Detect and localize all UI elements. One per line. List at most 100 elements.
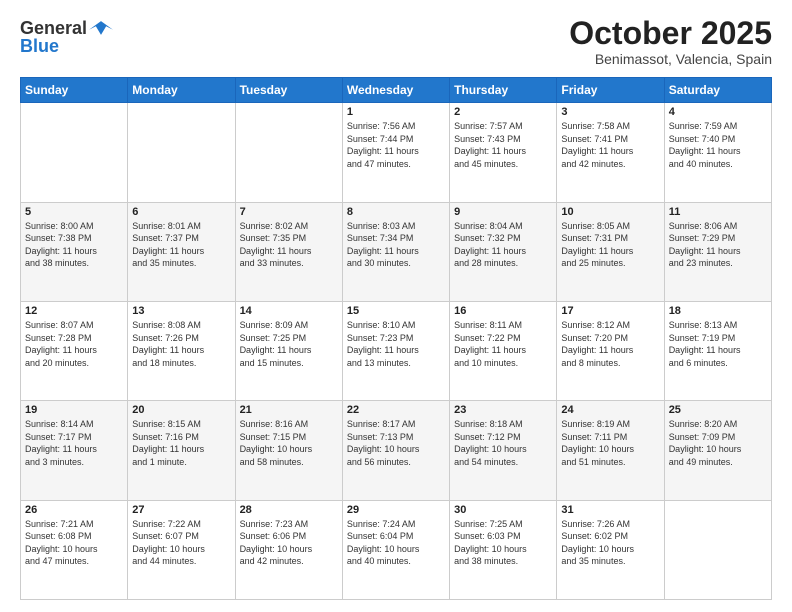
col-saturday: Saturday <box>664 78 771 103</box>
table-row <box>128 103 235 202</box>
table-row: 31Sunrise: 7:26 AM Sunset: 6:02 PM Dayli… <box>557 500 664 599</box>
day-info: Sunrise: 8:05 AM Sunset: 7:31 PM Dayligh… <box>561 220 659 270</box>
table-row: 3 Sunrise: 7:58 AM Sunset: 7:41 PM Daylig… <box>557 103 664 202</box>
col-sunday: Sunday <box>21 78 128 103</box>
day-number: 27 <box>132 504 230 516</box>
calendar-week-row: 1 Sunrise: 7:56 AM Sunset: 7:44 PM Daylig… <box>21 103 772 202</box>
day-number: 6 <box>132 206 230 218</box>
day-number: 20 <box>132 404 230 416</box>
table-row: 9 Sunrise: 8:04 AM Sunset: 7:32 PM Daylig… <box>450 202 557 301</box>
table-row: 13 Sunrise: 8:08 AM Sunset: 7:26 PM Dayli… <box>128 301 235 400</box>
day-info: Sunrise: 8:08 AM Sunset: 7:26 PM Dayligh… <box>132 319 230 369</box>
table-row: 26 Sunrise: 7:21 AM Sunset: 6:08 PM Dayli… <box>21 500 128 599</box>
day-info: Sunrise: 8:01 AM Sunset: 7:37 PM Dayligh… <box>132 220 230 270</box>
day-info: Sunrise: 7:21 AM Sunset: 6:08 PM Dayligh… <box>25 518 123 568</box>
table-row: 1 Sunrise: 7:56 AM Sunset: 7:44 PM Daylig… <box>342 103 449 202</box>
day-number: 9 <box>454 206 552 218</box>
day-number: 15 <box>347 305 445 317</box>
calendar-week-row: 12 Sunrise: 8:07 AM Sunset: 7:28 PM Dayli… <box>21 301 772 400</box>
day-number: 11 <box>669 206 767 218</box>
table-row: 20Sunrise: 8:15 AM Sunset: 7:16 PM Dayli… <box>128 401 235 500</box>
day-info: Sunrise: 7:57 AM Sunset: 7:43 PM Dayligh… <box>454 120 552 170</box>
table-row: 8 Sunrise: 8:03 AM Sunset: 7:34 PM Daylig… <box>342 202 449 301</box>
table-row: 17Sunrise: 8:12 AM Sunset: 7:20 PM Dayli… <box>557 301 664 400</box>
day-number: 8 <box>347 206 445 218</box>
table-row: 16 Sunrise: 8:11 AM Sunset: 7:22 PM Dayli… <box>450 301 557 400</box>
day-number: 16 <box>454 305 552 317</box>
day-number: 17 <box>561 305 659 317</box>
day-info: Sunrise: 8:00 AM Sunset: 7:38 PM Dayligh… <box>25 220 123 270</box>
table-row: 4Sunrise: 7:59 AM Sunset: 7:40 PM Daylig… <box>664 103 771 202</box>
day-info: Sunrise: 8:16 AM Sunset: 7:15 PM Dayligh… <box>240 418 338 468</box>
day-number: 25 <box>669 404 767 416</box>
day-number: 21 <box>240 404 338 416</box>
calendar-week-row: 5 Sunrise: 8:00 AM Sunset: 7:38 PM Daylig… <box>21 202 772 301</box>
table-row: 6 Sunrise: 8:01 AM Sunset: 7:37 PM Daylig… <box>128 202 235 301</box>
calendar-header-row: Sunday Monday Tuesday Wednesday Thursday… <box>21 78 772 103</box>
day-info: Sunrise: 8:04 AM Sunset: 7:32 PM Dayligh… <box>454 220 552 270</box>
table-row: 2 Sunrise: 7:57 AM Sunset: 7:43 PM Daylig… <box>450 103 557 202</box>
day-number: 2 <box>454 106 552 118</box>
month-title: October 2025 <box>569 16 772 51</box>
day-info: Sunrise: 8:11 AM Sunset: 7:22 PM Dayligh… <box>454 319 552 369</box>
day-info: Sunrise: 7:25 AM Sunset: 6:03 PM Dayligh… <box>454 518 552 568</box>
day-info: Sunrise: 8:19 AM Sunset: 7:11 PM Dayligh… <box>561 418 659 468</box>
col-friday: Friday <box>557 78 664 103</box>
table-row: 30 Sunrise: 7:25 AM Sunset: 6:03 PM Dayli… <box>450 500 557 599</box>
day-info: Sunrise: 8:03 AM Sunset: 7:34 PM Dayligh… <box>347 220 445 270</box>
col-thursday: Thursday <box>450 78 557 103</box>
day-info: Sunrise: 8:09 AM Sunset: 7:25 PM Dayligh… <box>240 319 338 369</box>
day-number: 10 <box>561 206 659 218</box>
table-row <box>21 103 128 202</box>
logo: General Blue <box>20 16 113 57</box>
day-number: 5 <box>25 206 123 218</box>
day-info: Sunrise: 7:22 AM Sunset: 6:07 PM Dayligh… <box>132 518 230 568</box>
day-number: 31 <box>561 504 659 516</box>
col-wednesday: Wednesday <box>342 78 449 103</box>
day-info: Sunrise: 7:23 AM Sunset: 6:06 PM Dayligh… <box>240 518 338 568</box>
day-info: Sunrise: 8:02 AM Sunset: 7:35 PM Dayligh… <box>240 220 338 270</box>
day-number: 13 <box>132 305 230 317</box>
table-row: 11 Sunrise: 8:06 AM Sunset: 7:29 PM Dayli… <box>664 202 771 301</box>
day-number: 3 <box>561 106 659 118</box>
day-number: 1 <box>347 106 445 118</box>
table-row <box>235 103 342 202</box>
day-info: Sunrise: 7:56 AM Sunset: 7:44 PM Dayligh… <box>347 120 445 170</box>
day-number: 23 <box>454 404 552 416</box>
calendar-week-row: 26 Sunrise: 7:21 AM Sunset: 6:08 PM Dayli… <box>21 500 772 599</box>
header: General Blue October 2025 Benimassot, Va… <box>20 16 772 67</box>
day-number: 19 <box>25 404 123 416</box>
table-row: 10 Sunrise: 8:05 AM Sunset: 7:31 PM Dayli… <box>557 202 664 301</box>
day-number: 28 <box>240 504 338 516</box>
day-number: 18 <box>669 305 767 317</box>
table-row: 7Sunrise: 8:02 AM Sunset: 7:35 PM Daylig… <box>235 202 342 301</box>
day-info: Sunrise: 8:20 AM Sunset: 7:09 PM Dayligh… <box>669 418 767 468</box>
location: Benimassot, Valencia, Spain <box>569 51 772 67</box>
table-row: 28 Sunrise: 7:23 AM Sunset: 6:06 PM Dayli… <box>235 500 342 599</box>
table-row: 15Sunrise: 8:10 AM Sunset: 7:23 PM Dayli… <box>342 301 449 400</box>
day-number: 30 <box>454 504 552 516</box>
day-number: 12 <box>25 305 123 317</box>
day-number: 24 <box>561 404 659 416</box>
table-row: 14 Sunrise: 8:09 AM Sunset: 7:25 PM Dayli… <box>235 301 342 400</box>
day-info: Sunrise: 8:17 AM Sunset: 7:13 PM Dayligh… <box>347 418 445 468</box>
day-info: Sunrise: 8:06 AM Sunset: 7:29 PM Dayligh… <box>669 220 767 270</box>
day-info: Sunrise: 8:13 AM Sunset: 7:19 PM Dayligh… <box>669 319 767 369</box>
day-number: 29 <box>347 504 445 516</box>
table-row: 5 Sunrise: 8:00 AM Sunset: 7:38 PM Daylig… <box>21 202 128 301</box>
calendar-table: Sunday Monday Tuesday Wednesday Thursday… <box>20 77 772 600</box>
title-block: October 2025 Benimassot, Valencia, Spain <box>569 16 772 67</box>
table-row: 12 Sunrise: 8:07 AM Sunset: 7:28 PM Dayli… <box>21 301 128 400</box>
day-info: Sunrise: 8:07 AM Sunset: 7:28 PM Dayligh… <box>25 319 123 369</box>
table-row: 19Sunrise: 8:14 AM Sunset: 7:17 PM Dayli… <box>21 401 128 500</box>
logo-bird-icon <box>89 16 113 40</box>
page: General Blue October 2025 Benimassot, Va… <box>0 0 792 612</box>
table-row: 29Sunrise: 7:24 AM Sunset: 6:04 PM Dayli… <box>342 500 449 599</box>
table-row: 23Sunrise: 8:18 AM Sunset: 7:12 PM Dayli… <box>450 401 557 500</box>
day-number: 14 <box>240 305 338 317</box>
day-number: 26 <box>25 504 123 516</box>
day-info: Sunrise: 7:58 AM Sunset: 7:41 PM Dayligh… <box>561 120 659 170</box>
table-row: 22 Sunrise: 8:17 AM Sunset: 7:13 PM Dayli… <box>342 401 449 500</box>
day-info: Sunrise: 7:59 AM Sunset: 7:40 PM Dayligh… <box>669 120 767 170</box>
day-number: 22 <box>347 404 445 416</box>
